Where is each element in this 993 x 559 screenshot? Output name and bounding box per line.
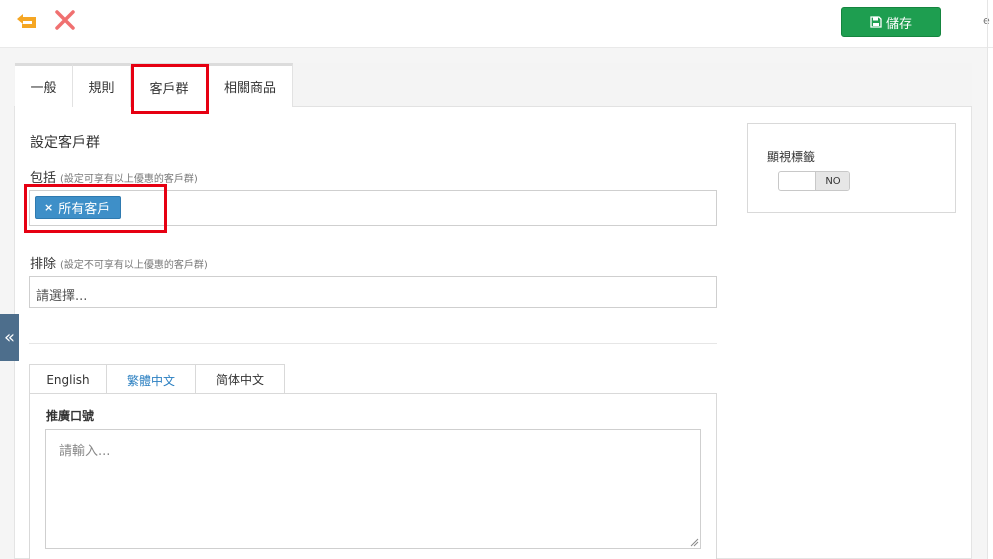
tag-remove-icon[interactable]: ×: [44, 201, 53, 214]
undo-icon[interactable]: [14, 9, 42, 31]
slogan-label: 推廣口號: [46, 409, 95, 423]
display-tag-box: [747, 123, 956, 213]
lang-tab-traditional-chinese[interactable]: 繁體中文: [106, 364, 196, 395]
section-divider: [29, 343, 717, 344]
include-label-row: 包括 (設定可享有以上優惠的客戶群): [30, 167, 198, 186]
tab-customer-groups-label: 客戶群: [149, 81, 189, 97]
tab-customer-groups[interactable]: 客戶群: [131, 63, 208, 108]
exclude-label-row: 排除 (設定不可享有以上優惠的客戶群): [30, 253, 208, 272]
display-tag-toggle[interactable]: NO: [778, 171, 850, 191]
include-select[interactable]: [29, 190, 717, 226]
lang-tab-traditional-chinese-label: 繁體中文: [126, 373, 175, 388]
include-label: 包括: [30, 171, 57, 186]
tab-general-label: 一般: [30, 81, 57, 96]
floppy-disk-icon: [870, 16, 882, 28]
tab-related-products-label: 相關商品: [223, 81, 276, 96]
exclude-select[interactable]: [29, 276, 717, 308]
lang-tab-english-label: English: [46, 372, 90, 387]
double-chevron-left-icon: «: [3, 327, 15, 348]
lang-tab-english[interactable]: English: [29, 364, 107, 394]
page-right-border: [987, 0, 988, 559]
tab-related-products[interactable]: 相關商品: [208, 63, 293, 107]
collapse-sidebar-button[interactable]: «: [0, 314, 19, 361]
include-hint: (設定可享有以上優惠的客戶群): [60, 174, 198, 185]
top-toolbar: 儲存 e: [0, 0, 993, 48]
close-icon[interactable]: [54, 9, 76, 31]
tab-rules[interactable]: 規則: [73, 63, 131, 107]
include-tag-label: 所有客戶: [58, 202, 111, 217]
exclude-placeholder: 請選擇...: [36, 289, 88, 304]
save-button[interactable]: 儲存: [841, 7, 941, 37]
exclude-label: 排除: [30, 257, 57, 272]
display-tag-label: 顯視標籤: [767, 150, 816, 164]
resize-handle-icon[interactable]: [689, 537, 699, 547]
lang-tab-simplified-chinese-label: 简体中文: [215, 373, 264, 387]
section-title: 設定客戶群: [30, 135, 100, 151]
lang-tab-simplified-chinese[interactable]: 简体中文: [195, 364, 285, 394]
toggle-no-label: NO: [815, 172, 849, 190]
tab-general[interactable]: 一般: [15, 63, 73, 107]
tab-rules-label: 規則: [88, 81, 115, 96]
save-button-label: 儲存: [885, 16, 912, 32]
slogan-placeholder: 請輸入...: [59, 444, 111, 459]
slogan-textarea[interactable]: [45, 429, 701, 549]
include-tag: × 所有客戶: [35, 196, 122, 219]
exclude-hint: (設定不可享有以上優惠的客戶群): [60, 260, 208, 271]
